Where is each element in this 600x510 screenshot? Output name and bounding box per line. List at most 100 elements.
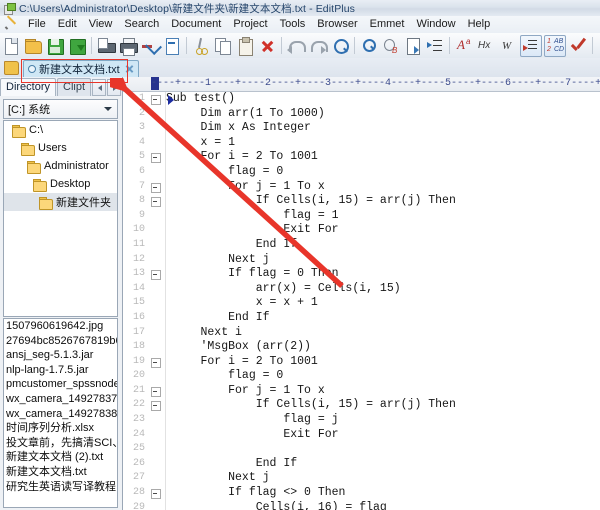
fold-toggle-icon[interactable]	[151, 197, 161, 207]
code-line[interactable]: x = 1	[166, 136, 600, 151]
code-line[interactable]: flag = 0	[166, 369, 600, 384]
directory-tree[interactable]: C:\ Users Administrator Desktop 新建文件夹	[3, 120, 118, 317]
code-line[interactable]: arr(x) = Cells(i, 15)	[166, 282, 600, 297]
code-line[interactable]: flag = j	[166, 413, 600, 428]
menu-item-emmet[interactable]: Emmet	[364, 17, 411, 32]
fold-toggle-icon[interactable]	[151, 387, 161, 397]
tree-item-administrator[interactable]: Administrator	[4, 157, 117, 175]
tree-item-desktop[interactable]: Desktop	[4, 175, 117, 193]
tab-directory[interactable]: Directory	[0, 78, 56, 96]
code-line[interactable]: flag = 0	[166, 165, 600, 180]
code-line[interactable]: Next j	[166, 253, 600, 268]
tree-item-new-folder[interactable]: 新建文件夹	[4, 193, 117, 211]
fold-toggle-icon[interactable]	[151, 489, 161, 499]
menu-item-edit[interactable]: Edit	[52, 17, 83, 32]
chevron-left-icon[interactable]	[92, 79, 106, 96]
code-line[interactable]: Next i	[166, 326, 600, 341]
list-item[interactable]: 投文章前，先搞清SCI、EI	[4, 436, 117, 451]
fold-toggle-icon[interactable]	[151, 401, 161, 411]
menu-item-window[interactable]: Window	[410, 17, 461, 32]
code-line[interactable]: For j = 1 To x	[166, 384, 600, 399]
code-line[interactable]: Cells(i, 16) = flag	[166, 501, 600, 510]
find-icon[interactable]	[330, 36, 350, 56]
code-line[interactable]: Next j	[166, 471, 600, 486]
html-tag-icon[interactable]	[162, 36, 182, 56]
code-line[interactable]: Dim arr(1 To 1000)	[166, 107, 600, 122]
redo-icon[interactable]	[308, 36, 328, 56]
code-line[interactable]	[166, 442, 600, 457]
code-line[interactable]: Exit For	[166, 428, 600, 443]
code-editor[interactable]: ----+----1----+----2----+----3----+----4…	[123, 77, 600, 510]
print-preview-icon[interactable]	[96, 36, 116, 56]
menu-item-browser[interactable]: Browser	[311, 17, 363, 32]
code-line[interactable]: End If	[166, 311, 600, 326]
paste-icon[interactable]	[235, 36, 255, 56]
save-as-icon[interactable]	[67, 36, 87, 56]
copy-icon[interactable]	[213, 36, 233, 56]
list-item[interactable]: 研究生英语读写译教程 上	[4, 480, 117, 495]
code-line[interactable]: flag = 1	[166, 209, 600, 224]
undo-icon[interactable]	[286, 36, 306, 56]
cut-icon[interactable]	[191, 36, 211, 56]
code-line[interactable]: If flag = 0 Then	[166, 267, 600, 282]
spell-check-icon[interactable]	[140, 36, 160, 56]
code-line[interactable]: 'MsgBox (arr(2))	[166, 340, 600, 355]
document-tab-new-text-file[interactable]: 新建文本文档.txt	[23, 60, 139, 77]
list-item[interactable]: 新建文本文档 (2).txt	[4, 450, 117, 465]
hex-view-icon[interactable]: Hx	[476, 36, 496, 56]
open-folder-icon[interactable]	[23, 36, 43, 56]
menu-item-project[interactable]: Project	[227, 17, 273, 32]
code-line[interactable]: If flag <> 0 Then	[166, 486, 600, 501]
indent-icon[interactable]	[425, 36, 445, 56]
drive-select[interactable]: [C:] 系统	[3, 99, 118, 119]
menu-item-file[interactable]: File	[22, 17, 52, 32]
fold-toggle-icon[interactable]	[151, 183, 161, 193]
code-text-area[interactable]: Sub test() Dim arr(1 To 1000) Dim x As I…	[166, 92, 600, 510]
new-file-icon[interactable]	[1, 36, 21, 56]
file-list[interactable]: 1507960619642.jpg 27694bc8526767819b6 an…	[3, 318, 118, 508]
fold-toggle-icon[interactable]	[151, 153, 161, 163]
find-next-icon[interactable]	[359, 36, 379, 56]
code-line[interactable]: If Cells(i, 15) = arr(j) Then	[166, 398, 600, 413]
code-line[interactable]: Exit For	[166, 223, 600, 238]
code-line[interactable]: If Cells(i, 15) = arr(j) Then	[166, 194, 600, 209]
list-item[interactable]: 新建文本文档.txt	[4, 465, 117, 480]
list-item[interactable]: 时间序列分析.xlsx	[4, 421, 117, 436]
tree-item-c-drive[interactable]: C:\	[4, 121, 117, 139]
code-line[interactable]: Dim x As Integer	[166, 121, 600, 136]
close-icon[interactable]	[125, 65, 134, 74]
show-spaces-icon[interactable]	[520, 35, 542, 57]
fold-toggle-icon[interactable]	[151, 358, 161, 368]
list-item[interactable]: 27694bc8526767819b6	[4, 334, 117, 349]
code-line[interactable]: End If	[166, 238, 600, 253]
list-item[interactable]: pmcustomer_spssnode.	[4, 377, 117, 392]
code-line[interactable]: Sub test()	[166, 92, 600, 107]
list-item[interactable]: 1507960619642.jpg	[4, 319, 117, 334]
list-item[interactable]: wx_camera_1492783817	[4, 407, 117, 422]
save-icon[interactable]	[45, 36, 65, 56]
list-item[interactable]: wx_camera_149278379C	[4, 392, 117, 407]
code-line[interactable]: For i = 2 To 1001	[166, 150, 600, 165]
print-icon[interactable]	[118, 36, 138, 56]
fold-toggle-icon[interactable]	[151, 270, 161, 280]
menu-item-tools[interactable]: Tools	[274, 17, 312, 32]
replace-icon[interactable]: B	[381, 36, 401, 56]
tree-item-users[interactable]: Users	[4, 139, 117, 157]
tab-cliptext[interactable]: Clipt	[57, 78, 91, 96]
menu-item-search[interactable]: Search	[118, 17, 165, 32]
chevron-right-icon[interactable]	[107, 79, 121, 96]
list-item[interactable]: ansj_seg-5.1.3.jar	[4, 348, 117, 363]
font-color-icon[interactable]: Aa	[454, 36, 474, 56]
code-line[interactable]: End If	[166, 457, 600, 472]
code-line[interactable]: For i = 2 To 1001	[166, 355, 600, 370]
menu-item-document[interactable]: Document	[165, 17, 227, 32]
delete-icon[interactable]	[257, 36, 277, 56]
list-item[interactable]: nlp-lang-1.7.5.jar	[4, 363, 117, 378]
code-line[interactable]: x = x + 1	[166, 296, 600, 311]
fold-toggle-icon[interactable]	[151, 95, 161, 105]
check-icon[interactable]	[568, 36, 588, 56]
word-wrap-icon[interactable]: W	[498, 36, 518, 56]
code-line[interactable]: For j = 1 To x	[166, 180, 600, 195]
line-numbers-icon[interactable]: 12ABCD	[544, 35, 566, 57]
menu-item-view[interactable]: View	[83, 17, 119, 32]
